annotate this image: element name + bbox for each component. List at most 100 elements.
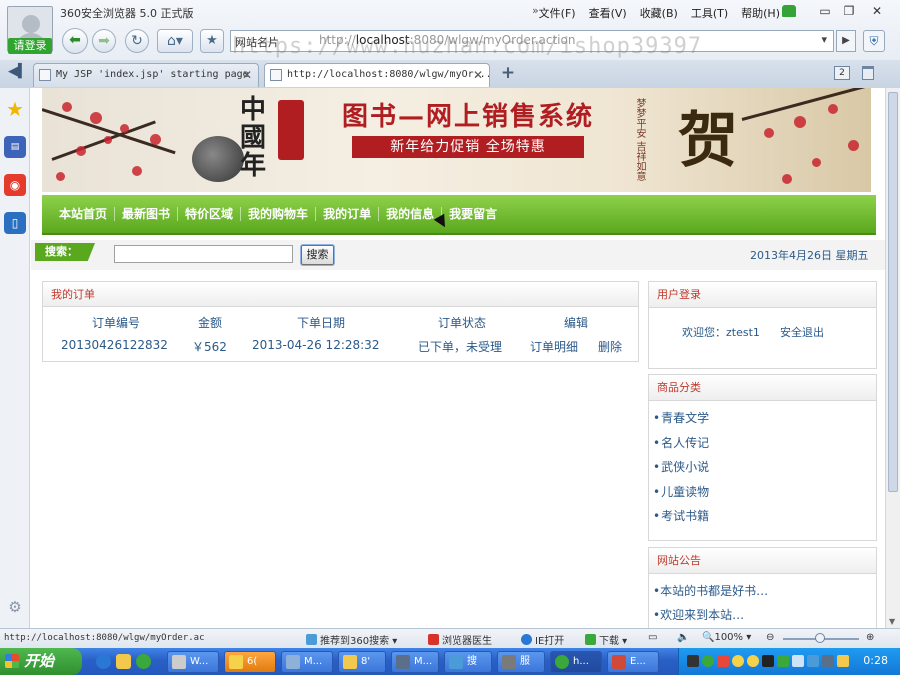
tab-index-page[interactable]: My JSP 'index.jsp' starting page ✕: [33, 63, 259, 87]
column-header-amount: 金额: [198, 316, 223, 330]
tray-icon[interactable]: [792, 655, 804, 667]
clock[interactable]: 0:28: [863, 654, 888, 667]
gear-icon[interactable]: ⚙: [4, 596, 26, 618]
tab-close-icon[interactable]: ✕: [242, 64, 252, 86]
zoom-level[interactable]: 🔍100% ▾: [702, 632, 751, 643]
address-url[interactable]: http://localhost:8080/wlgw/myOrder.actio…: [319, 33, 575, 47]
ie-open-button[interactable]: IE打开: [521, 632, 564, 647]
tray-icon[interactable]: [762, 655, 774, 667]
restore-button[interactable]: ❐: [836, 2, 862, 20]
refresh-button[interactable]: ↻: [125, 29, 149, 53]
taskbar-item[interactable]: M...: [281, 651, 333, 673]
tray-icon[interactable]: [747, 655, 759, 667]
category-item[interactable]: •名人传记: [653, 434, 709, 459]
minimize-button[interactable]: ▭: [812, 2, 838, 20]
zoom-out-icon[interactable]: ⊖: [766, 632, 774, 643]
start-button[interactable]: 开始: [0, 648, 82, 675]
category-item[interactable]: •武侠小说: [653, 458, 709, 483]
taskbar-item[interactable]: 服: [497, 651, 545, 673]
scroll-down-icon[interactable]: ▼: [889, 617, 895, 626]
tray-icon[interactable]: [732, 655, 744, 667]
column-header-status: 订单状态: [438, 316, 487, 330]
download-button[interactable]: 下载 ▾: [585, 632, 627, 647]
taskbar-item[interactable]: 搜: [444, 651, 492, 673]
menu-view[interactable]: 查看(V): [589, 5, 627, 21]
category-item[interactable]: •考试书籍: [653, 507, 709, 532]
banner-logo-text: 中國年: [240, 95, 267, 181]
tray-icon[interactable]: [777, 655, 789, 667]
favorite-star-button[interactable]: ★: [200, 29, 224, 53]
news-icon[interactable]: ▤: [4, 136, 26, 158]
scrollbar-thumb[interactable]: [888, 92, 898, 492]
order-detail-link[interactable]: 订单明细: [530, 338, 578, 355]
ie-quicklaunch-icon[interactable]: [96, 654, 111, 669]
screen-icon[interactable]: ▭: [648, 632, 657, 643]
new-tab-button[interactable]: +: [496, 64, 520, 84]
tray-icon[interactable]: [822, 655, 834, 667]
nav-my-orders[interactable]: 我的订单: [316, 207, 380, 221]
menu-favorites[interactable]: 收藏(B): [640, 5, 678, 21]
tray-icon[interactable]: [687, 655, 699, 667]
taskbar-item[interactable]: 8': [338, 651, 386, 673]
trash-icon[interactable]: [862, 66, 874, 80]
security-shield-icon[interactable]: ⛨: [863, 30, 885, 52]
order-date: 2013-04-26 12:28:32: [252, 338, 380, 352]
notice-item[interactable]: •欢迎来到本站…: [653, 606, 768, 628]
closed-tabs-count[interactable]: 2: [834, 66, 850, 80]
category-item[interactable]: •青春文学: [653, 409, 709, 434]
nav-new-books[interactable]: 最新图书: [115, 207, 179, 221]
forward-button[interactable]: ➡: [92, 29, 116, 53]
menu-help[interactable]: 帮助(H): [741, 5, 780, 21]
nav-leave-message[interactable]: 我要留言: [442, 207, 504, 221]
folder-quicklaunch-icon[interactable]: [116, 654, 131, 669]
sidebar-toggle-icon[interactable]: ◀▍: [8, 64, 28, 79]
menu-bar: 文件(F) 查看(V) 收藏(B) 工具(T) 帮助(H): [539, 5, 780, 21]
phone-icon[interactable]: ▯: [4, 212, 26, 234]
nav-home[interactable]: 本站首页: [59, 207, 116, 221]
tab-my-order[interactable]: http://localhost:8080/wlgw/myOr... ✕: [264, 63, 490, 87]
address-bar[interactable]: 网站名片 http://localhost:8080/wlgw/myOrder.…: [230, 30, 834, 52]
status-bar: http://localhost:8080/wlgw/myOrder.ac 推荐…: [0, 628, 900, 648]
taskbar-item[interactable]: M...: [391, 651, 439, 673]
weibo-icon[interactable]: ◉: [4, 174, 26, 196]
current-date: 2013年4月26日 星期五: [750, 249, 869, 262]
category-item[interactable]: •儿童读物: [653, 483, 709, 508]
browser-doctor-button[interactable]: 浏览器医生: [428, 632, 492, 647]
search-button[interactable]: 搜索: [301, 245, 334, 265]
address-dropdown-icon[interactable]: ▾: [821, 33, 827, 46]
zoom-magnifier-icon: 🔍: [702, 632, 715, 643]
back-button[interactable]: ⬅: [62, 28, 88, 54]
taskbar-item[interactable]: 6(: [224, 651, 276, 673]
tray-icon[interactable]: [807, 655, 819, 667]
skin-shirt-icon[interactable]: [782, 5, 796, 17]
sound-icon[interactable]: 🔈: [677, 632, 689, 643]
nav-cart[interactable]: 我的购物车: [241, 207, 317, 221]
logout-link[interactable]: 安全退出: [780, 324, 824, 340]
search-input[interactable]: [114, 245, 293, 263]
tray-icon[interactable]: [702, 655, 714, 667]
tab-close-icon[interactable]: ✕: [473, 64, 483, 86]
nav-my-info[interactable]: 我的信息: [379, 207, 443, 221]
menu-file[interactable]: 文件(F): [539, 5, 576, 21]
taskbar-item[interactable]: h...: [550, 651, 602, 673]
zoom-in-icon[interactable]: ⊕: [866, 632, 874, 643]
nav-specials[interactable]: 特价区域: [178, 207, 242, 221]
taskbar-item[interactable]: W...: [167, 651, 219, 673]
notice-item[interactable]: •本站的书都是好书…: [653, 582, 768, 606]
vertical-scrollbar[interactable]: ▼: [885, 88, 900, 628]
browser-quicklaunch-icon[interactable]: [136, 654, 151, 669]
login-badge[interactable]: 请登录: [8, 38, 52, 54]
tray-icon[interactable]: [837, 655, 849, 667]
recommend-360-button[interactable]: 推荐到360搜索 ▾: [306, 632, 397, 647]
zoom-slider-handle[interactable]: [815, 633, 825, 643]
close-button[interactable]: ✕: [864, 2, 890, 20]
site-card-label[interactable]: 网站名片: [235, 34, 279, 50]
go-button[interactable]: ▶: [836, 30, 856, 52]
tray-icon[interactable]: [717, 655, 729, 667]
home-button[interactable]: ⌂▾: [157, 29, 193, 53]
menu-tools[interactable]: 工具(T): [691, 5, 728, 21]
favorites-star-icon[interactable]: ★: [4, 98, 26, 120]
search-label: 搜索：: [35, 243, 95, 261]
taskbar-item[interactable]: E...: [607, 651, 659, 673]
order-delete-link[interactable]: 删除: [598, 338, 622, 355]
